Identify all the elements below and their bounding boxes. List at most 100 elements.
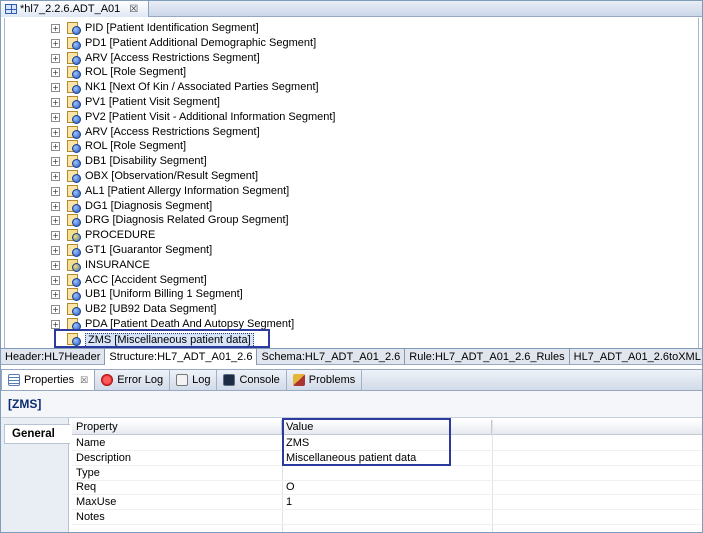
property-value[interactable]: O	[282, 480, 492, 495]
tree-item[interactable]: + AL1 [Patient Allergy Information Segmen…	[5, 184, 695, 199]
tree-item[interactable]: + DG1 [Diagnosis Segment]	[5, 199, 695, 214]
segment-icon	[67, 214, 81, 228]
editor-page-tab[interactable]: HL7_ADT_A01_2.6toXML	[570, 349, 703, 365]
tree-item[interactable]: + ARV [Access Restrictions Segment]	[5, 51, 695, 66]
tree-item[interactable]: + ACC [Accident Segment]	[5, 273, 695, 288]
expand-icon[interactable]: +	[51, 231, 60, 241]
segment-icon	[67, 155, 81, 169]
tree-item[interactable]: + ROL [Role Segment]	[5, 139, 695, 154]
tree-item[interactable]: + PV2 [Patient Visit - Additional Informa…	[5, 110, 695, 125]
property-name: Notes	[76, 511, 105, 523]
tree-item[interactable]: ZMS [Miscellaneous patient data]	[5, 332, 695, 348]
tree-item[interactable]: + PDA [Patient Death And Autopsy Segment]	[5, 317, 695, 332]
tree-item[interactable]: + ARV [Access Restrictions Segment]	[5, 125, 695, 140]
table-row[interactable]: Req O	[72, 480, 702, 496]
structure-tree: + PID [Patient Identification Segment] + PD…	[4, 18, 699, 348]
tree-item-label: PID [Patient Identification Segment]	[85, 22, 259, 34]
tree-item-label: ACC [Accident Segment]	[85, 273, 207, 286]
expand-icon[interactable]: +	[51, 201, 60, 211]
tree-item[interactable]: + PID [Patient Identification Segment]	[5, 21, 695, 36]
expand-icon[interactable]: +	[51, 216, 60, 226]
properties-side-tabs: General	[1, 418, 70, 532]
view-tab[interactable]: Error Log	[95, 370, 171, 390]
tree-item[interactable]: + PD1 [Patient Additional Demographic Seg…	[5, 36, 695, 51]
expand-icon[interactable]: +	[51, 172, 60, 181]
expand-icon[interactable]: +	[51, 290, 60, 300]
segment-icon	[67, 36, 81, 50]
segment-icon	[67, 110, 81, 124]
tree-item-label: AL1 [Patient Allergy Information Segment…	[85, 184, 290, 197]
tree-item-label: ARV [Access Restrictions Segment]	[85, 125, 260, 138]
tree-item-label: UB2 [UB92 Data Segment]	[85, 303, 217, 316]
close-icon[interactable]: ☒	[80, 375, 88, 386]
property-value[interactable]: 1	[282, 495, 492, 510]
expand-icon[interactable]: +	[51, 142, 60, 152]
close-icon[interactable]: ☒	[129, 4, 138, 15]
tree-item-label: PV1 [Patient Visit Segment]	[85, 96, 220, 108]
tree-item[interactable]: + OBX [Observation/Result Segment]	[5, 169, 695, 184]
segment-icon	[67, 288, 81, 302]
expand-icon[interactable]: +	[51, 157, 60, 167]
tab-general[interactable]: General	[4, 424, 70, 444]
tree-item[interactable]: + PV1 [Patient Visit Segment]	[5, 95, 695, 110]
segment-icon	[67, 244, 81, 257]
segment-icon	[67, 81, 81, 95]
property-value[interactable]: Miscellaneous patient data	[282, 451, 492, 466]
tree-item-label: ZMS [Miscellaneous patient data]	[85, 332, 254, 348]
tree-item[interactable]: + GT1 [Guarantor Segment]	[5, 243, 695, 258]
tree-item[interactable]: + DB1 [Disability Segment]	[5, 154, 695, 169]
segment-icon	[67, 303, 81, 317]
editor-page-tab[interactable]: Schema:HL7_ADT_A01_2.6	[257, 349, 406, 365]
expand-icon[interactable]: +	[51, 98, 60, 107]
table-row[interactable]: Name ZMS	[72, 436, 702, 451]
view-tab[interactable]: Console	[217, 370, 287, 390]
properties-title-bar: [ZMS]	[1, 391, 702, 418]
column-header-property[interactable]: Property	[72, 420, 282, 435]
tree-item[interactable]: + UB1 [Uniform Billing 1 Segment]	[5, 287, 695, 302]
tree-item-label: NK1 [Next Of Kin / Associated Parties Se…	[85, 81, 319, 94]
tree-item-label: DRG [Diagnosis Related Group Segment]	[85, 214, 289, 227]
property-value[interactable]: ZMS	[282, 436, 492, 451]
property-name: Type	[76, 466, 100, 479]
segment-icon	[67, 170, 81, 183]
expand-icon[interactable]: +	[51, 246, 60, 255]
expand-icon[interactable]: +	[51, 305, 60, 315]
tree-item[interactable]: + DRG [Diagnosis Related Group Segment]	[5, 213, 695, 228]
expand-icon[interactable]: +	[51, 320, 60, 329]
tree-item[interactable]: + PROCEDURE	[5, 228, 695, 243]
property-value[interactable]	[282, 466, 492, 481]
expand-icon[interactable]: +	[51, 112, 60, 122]
view-tab[interactable]: Properties ☒	[1, 369, 96, 390]
table-row[interactable]: MaxUse 1	[72, 495, 702, 511]
expand-icon[interactable]: +	[51, 275, 60, 285]
expand-icon[interactable]: +	[51, 260, 60, 270]
tree-item-label: INSURANCE	[85, 258, 150, 271]
expand-icon[interactable]: +	[51, 38, 60, 48]
table-row[interactable]: Notes	[72, 510, 702, 525]
expand-icon[interactable]: +	[51, 24, 60, 33]
tree-item[interactable]: + ROL [Role Segment]	[5, 65, 695, 80]
tree-item[interactable]: + NK1 [Next Of Kin / Associated Parties S…	[5, 80, 695, 95]
column-header-value[interactable]: Value	[282, 420, 492, 435]
editor-page-tabs: Header:HL7Header Structure:HL7_ADT_A01_2.…	[1, 348, 702, 365]
tree-item[interactable]: + INSURANCE	[5, 258, 695, 273]
expand-icon[interactable]: +	[51, 127, 60, 137]
editor-tab[interactable]: *hl7_2.2.6.ADT_A01 ☒	[1, 1, 149, 17]
tree-item-label: ARV [Access Restrictions Segment]	[85, 51, 260, 64]
expand-icon[interactable]: +	[51, 83, 60, 93]
expand-icon[interactable]: +	[51, 186, 60, 196]
editor-page-tab[interactable]: Structure:HL7_ADT_A01_2.6	[105, 349, 258, 365]
console-icon	[223, 374, 236, 386]
properties-title: [ZMS]	[8, 397, 42, 411]
tree-item[interactable]: + UB2 [UB92 Data Segment]	[5, 302, 695, 317]
table-row[interactable]: Description Miscellaneous patient data	[72, 451, 702, 466]
table-row[interactable]: Type	[72, 466, 702, 481]
property-value[interactable]	[282, 510, 492, 525]
expand-icon[interactable]: +	[51, 53, 60, 63]
expand-icon[interactable]: +	[51, 68, 60, 78]
view-tab[interactable]: Log	[170, 370, 218, 390]
view-tab[interactable]: Problems	[287, 370, 363, 390]
problems-icon	[292, 374, 305, 386]
editor-page-tab[interactable]: Rule:HL7_ADT_A01_2.6_Rules	[405, 349, 570, 365]
editor-page-tab[interactable]: Header:HL7Header	[1, 349, 106, 365]
